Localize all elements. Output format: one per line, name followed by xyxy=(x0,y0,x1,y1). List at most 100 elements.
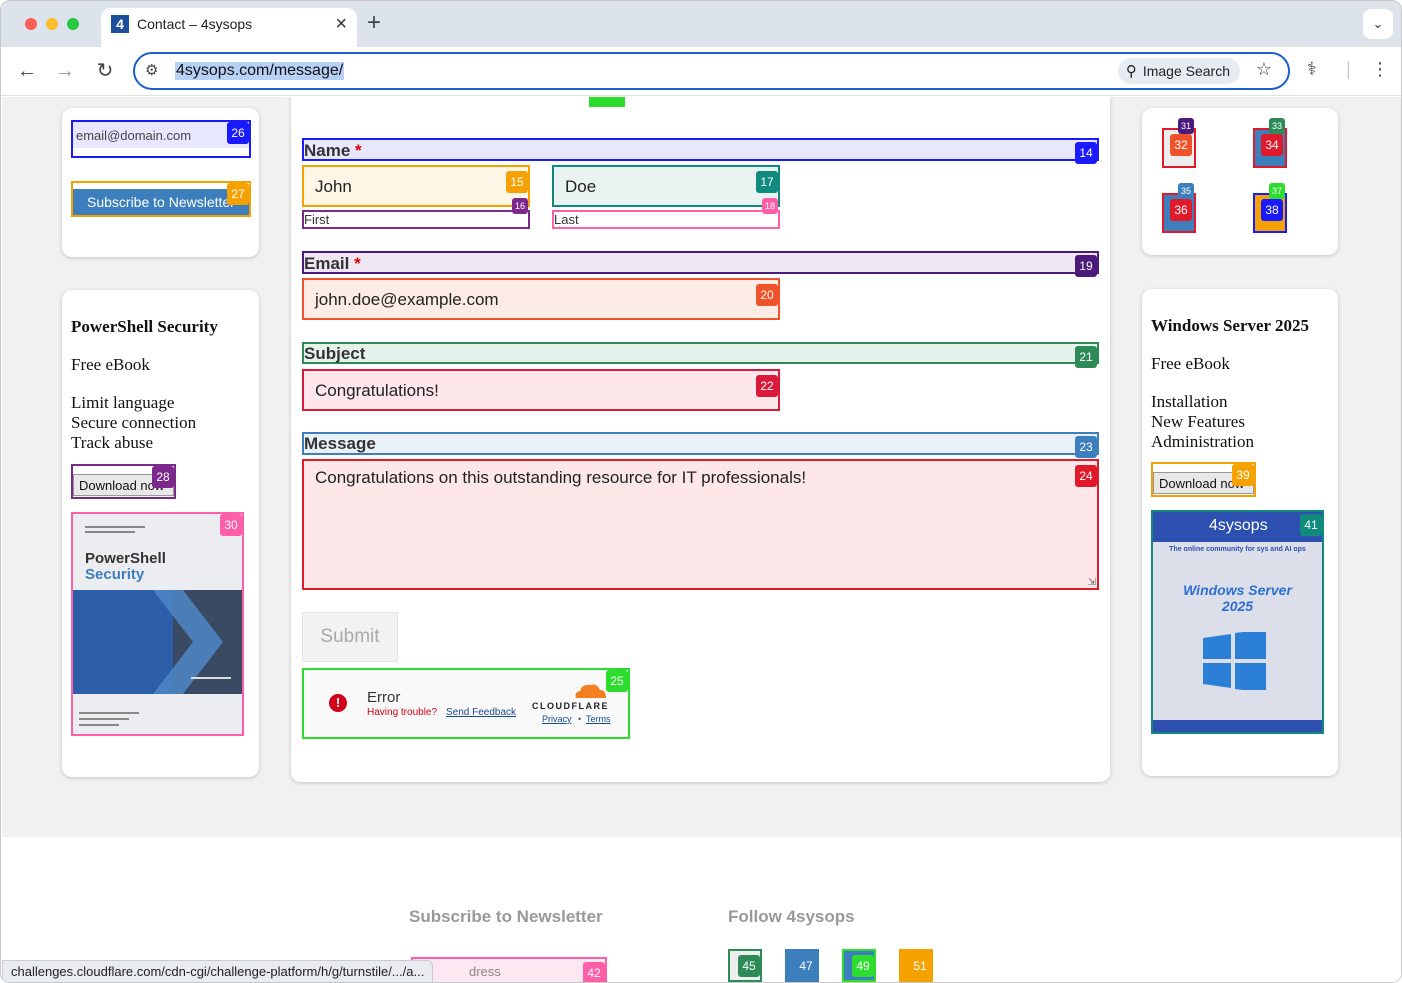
close-tab-icon[interactable]: × xyxy=(335,12,347,36)
back-arrow-icon[interactable]: ← xyxy=(13,57,41,85)
trouble-text: Having trouble? xyxy=(367,707,438,718)
image-search-button[interactable]: ⚲ Image Search xyxy=(1117,58,1240,84)
forward-arrow-icon[interactable]: → xyxy=(51,57,79,85)
marker-fragment xyxy=(589,97,625,107)
subject-label-row: Subject 21 xyxy=(302,342,1099,368)
powershell-ebook-cover[interactable]: PowerShell Security 30 xyxy=(71,512,244,736)
last-sublabel: Last 18 xyxy=(552,198,780,229)
download-now-button[interactable]: Download now 39 xyxy=(1151,462,1256,497)
turnstile-status: Error xyxy=(367,689,401,706)
resize-handle-icon[interactable]: ⇲ xyxy=(1088,577,1096,588)
marker-badge: 16 xyxy=(511,198,528,214)
email-input[interactable]: john.doe@example.com 20 xyxy=(302,278,780,320)
marker-badge: 51 xyxy=(909,955,931,977)
cover-title-line1: Windows Server xyxy=(1183,582,1292,598)
bookmark-star-icon[interactable]: ☆ xyxy=(1256,59,1272,80)
address-bar[interactable]: ⚙ 4sysops.com/message/ ⚲ Image Search ☆ xyxy=(133,52,1290,90)
marker-badge: 24 xyxy=(1075,465,1097,487)
message-value: Congratulations on this outstanding reso… xyxy=(315,468,807,487)
marker-badge: 17 xyxy=(756,171,778,193)
promo-feature: Limit language xyxy=(71,393,175,412)
marker-badge: 37 xyxy=(1269,183,1286,199)
site-favicon-icon: 4 xyxy=(111,15,129,33)
reload-icon[interactable]: ↻ xyxy=(91,57,119,85)
footer-social-icon[interactable]: 49 xyxy=(842,949,876,982)
tab-search-chevron-icon[interactable]: ⌄ xyxy=(1363,9,1393,39)
subject-value: Congratulations! xyxy=(315,381,439,400)
social-icon-link[interactable]: 33 34 xyxy=(1253,118,1287,168)
social-icon-link[interactable]: 35 36 xyxy=(1162,183,1196,233)
windows-server-ebook-cover[interactable]: 4sysops The online community for sys and… xyxy=(1151,510,1324,734)
marker-badge: 47 xyxy=(795,955,817,977)
marker-badge: 35 xyxy=(1178,183,1195,199)
first-name-input[interactable]: John 15 xyxy=(302,165,530,207)
image-search-label: Image Search xyxy=(1142,63,1230,79)
footer-social-icon[interactable]: 47 xyxy=(785,949,819,982)
browser-toolbar: ← → ↻ ⚙ 4sysops.com/message/ ⚲ Image Sear… xyxy=(1,47,1401,96)
cloudflare-cloud-icon xyxy=(575,684,606,698)
new-tab-icon[interactable]: + xyxy=(367,9,381,37)
marker-badge: 41 xyxy=(1300,514,1322,536)
privacy-link[interactable]: Privacy xyxy=(542,714,572,724)
footer-newsletter-title: Subscribe to Newsletter xyxy=(409,907,603,926)
promo-feature: Track abuse xyxy=(71,433,153,452)
social-icon-link[interactable]: 37 38 xyxy=(1253,183,1287,233)
cover-title-line2: 2025 xyxy=(1221,598,1254,614)
first-sublabel: First 16 xyxy=(302,198,530,229)
email-value: john.doe@example.com xyxy=(315,290,499,309)
marker-badge: 28 xyxy=(152,466,174,488)
download-now-button[interactable]: Download now 28 xyxy=(71,464,176,499)
promo-feature: Installation xyxy=(1151,392,1228,411)
browser-window: 4 Contact – 4sysops × + ⌄ ← → ↻ ⚙ 4sysop… xyxy=(0,0,1402,983)
promo-subtitle: Free eBook xyxy=(71,355,150,374)
footer-social-icon[interactable]: 51 xyxy=(899,949,933,982)
cover-title-line2: Security xyxy=(85,566,145,583)
marker-badge: 33 xyxy=(1269,118,1286,134)
browser-tab[interactable]: 4 Contact – 4sysops × xyxy=(101,8,357,47)
cloudflare-brand: CLOUDFLARE xyxy=(532,701,609,711)
newsletter-email-input[interactable]: email@domain.com 26 xyxy=(71,120,251,158)
promo-title: Windows Server 2025 xyxy=(1151,316,1310,335)
marker-badge: 14 xyxy=(1075,142,1097,164)
marker-badge: 49 xyxy=(852,955,874,977)
footer-email-input[interactable]: dress 42 xyxy=(411,957,607,982)
email-label-row: Email * 19 xyxy=(302,251,1099,277)
marker-badge: 23 xyxy=(1075,436,1097,458)
link-separator: • xyxy=(578,714,582,724)
newsletter-widget: email@domain.com 26 Subscribe to Newslet… xyxy=(62,108,259,257)
site-settings-icon[interactable]: ⚙ xyxy=(145,61,158,79)
terms-link[interactable]: Terms xyxy=(586,714,611,724)
promo-feature: New Features xyxy=(1151,412,1245,431)
subscribe-button[interactable]: Subscribe to Newsletter 27 xyxy=(71,181,251,217)
footer-email-placeholder: dress xyxy=(469,964,501,979)
marker-badge: 42 xyxy=(583,962,605,982)
close-window-button[interactable] xyxy=(25,18,37,30)
error-icon: ! xyxy=(329,694,347,712)
subject-input[interactable]: Congratulations! 22 xyxy=(302,369,780,411)
url-text[interactable]: 4sysops.com/message/ xyxy=(175,62,345,80)
marker-badge: 22 xyxy=(756,375,778,397)
marker-badge: 26 xyxy=(227,122,249,144)
send-feedback-link[interactable]: Send Feedback xyxy=(446,707,516,718)
footer-social-icon[interactable]: 45 xyxy=(728,949,762,982)
last-name-value: Doe xyxy=(565,177,597,196)
promo-feature: Administration xyxy=(1151,432,1254,451)
cover-tagline: The online community for sys and AI ops xyxy=(1169,546,1306,553)
message-textarea[interactable]: Congratulations on this outstanding reso… xyxy=(302,459,1099,590)
cloudflare-turnstile-widget[interactable]: ! Error Having trouble? Send Feedback CL… xyxy=(302,668,630,739)
submit-button[interactable]: Submit xyxy=(302,612,398,662)
marker-badge: 18 xyxy=(761,198,778,214)
powershell-promo-card: PowerShell Security Free eBook Limit lan… xyxy=(62,290,259,777)
maximize-window-button[interactable] xyxy=(67,18,79,30)
social-icon-link[interactable]: 31 32 xyxy=(1162,118,1196,168)
last-name-input[interactable]: Doe 17 xyxy=(552,165,780,207)
promo-features: Limit language Secure connection Track a… xyxy=(71,393,196,453)
windows-logo-icon xyxy=(1203,632,1266,690)
labs-flask-icon[interactable]: ⚕ xyxy=(1307,59,1317,80)
kebab-menu-icon[interactable]: ⋮ xyxy=(1371,59,1389,80)
cover-logo: 4sysops xyxy=(1209,517,1268,534)
minimize-window-button[interactable] xyxy=(46,18,58,30)
name-label-row: Name * 14 xyxy=(302,138,1099,164)
promo-features: Installation New Features Administration xyxy=(1151,392,1254,452)
marker-badge: 27 xyxy=(227,183,249,205)
